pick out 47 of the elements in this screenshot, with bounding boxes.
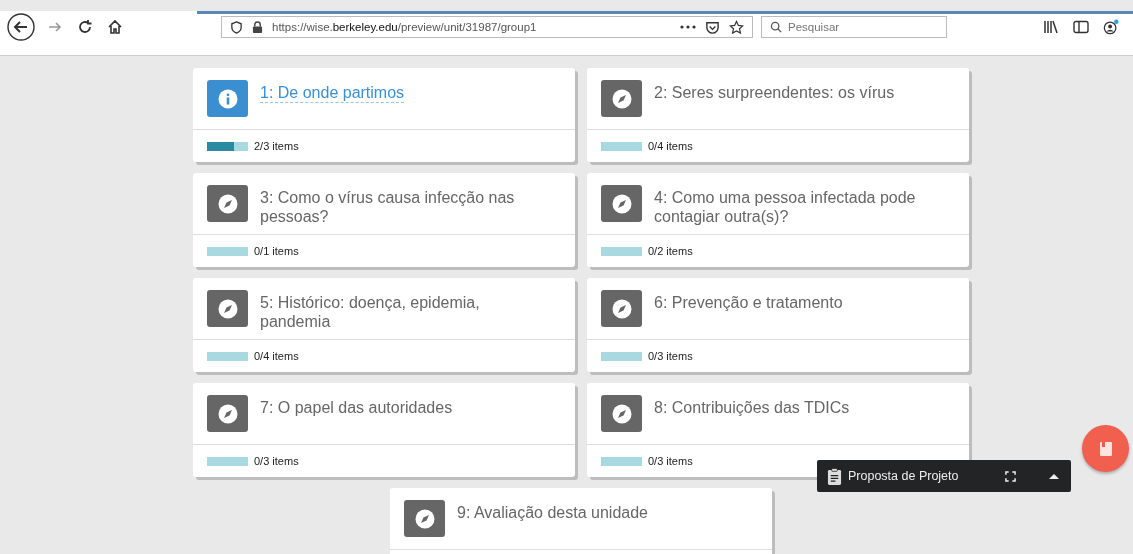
lesson-title-link[interactable]: 5: Histórico: doença, epidemia, pandemia (260, 290, 545, 331)
compass-icon (217, 193, 238, 214)
address-bar[interactable]: https://wise.berkeley.edu/preview/unit/31987/group1 (221, 16, 753, 38)
lesson-title-link[interactable]: 7: O papel das autoridades (260, 395, 453, 417)
search-field[interactable]: Pesquisar (761, 16, 947, 38)
back-icon[interactable] (7, 13, 35, 41)
lesson-title-link[interactable]: 4: Como uma pessoa infectada pode contagiar outra(s)? (654, 185, 939, 226)
home-icon[interactable] (107, 19, 123, 35)
lesson-title-link[interactable]: 9: Avaliação desta unidade (457, 500, 648, 522)
compass-icon (611, 88, 632, 109)
lesson-title-link[interactable]: 1: De onde partimos (260, 80, 405, 103)
lesson-title-link[interactable]: 6: Prevenção e tratamento (654, 290, 843, 312)
progress-text: 2/3 items (254, 140, 299, 152)
progress-text: 0/2 items (648, 245, 693, 257)
url-text: https://wise.berkeley.edu/preview/unit/31987/group1 (272, 21, 538, 33)
library-icon[interactable] (1043, 20, 1059, 34)
compass-icon (217, 403, 238, 424)
shield-icon[interactable] (230, 20, 243, 34)
notebook-fab-button[interactable] (1082, 425, 1129, 472)
compass-icon (611, 298, 632, 319)
compass-icon (611, 403, 632, 424)
lesson-title-link[interactable]: 3: Como o vírus causa infecção nas pessoas? (260, 185, 545, 226)
compass-icon (611, 193, 632, 214)
lock-icon (252, 20, 263, 34)
progress-text: 0/3 items (648, 455, 693, 467)
compass-icon (217, 298, 238, 319)
info-icon (217, 88, 238, 109)
progress-text: 0/4 items (254, 350, 299, 362)
sidebar-icon[interactable] (1073, 20, 1089, 34)
more-icon[interactable] (680, 24, 696, 30)
collapse-caret-icon[interactable] (1049, 473, 1059, 479)
fullscreen-icon[interactable] (1004, 470, 1016, 482)
compass-icon (414, 508, 435, 529)
notebook-title: Proposta de Projeto (848, 469, 959, 483)
progress-text: 0/1 items (254, 245, 299, 257)
reload-icon[interactable] (77, 19, 93, 35)
notebook-icon (1099, 441, 1112, 456)
account-icon[interactable] (1103, 19, 1119, 35)
progress-text: 0/3 items (254, 455, 299, 467)
lesson-title-link[interactable]: 2: Seres surpreendentes: os vírus (654, 80, 895, 102)
pocket-icon[interactable] (705, 19, 720, 35)
clipboard-icon (827, 467, 842, 485)
star-icon[interactable] (729, 19, 744, 35)
search-icon (770, 21, 782, 33)
progress-text: 0/3 items (648, 350, 693, 362)
progress-text: 0/4 items (648, 140, 693, 152)
lesson-title-link[interactable]: 8: Contribuições das TDICs (654, 395, 850, 417)
